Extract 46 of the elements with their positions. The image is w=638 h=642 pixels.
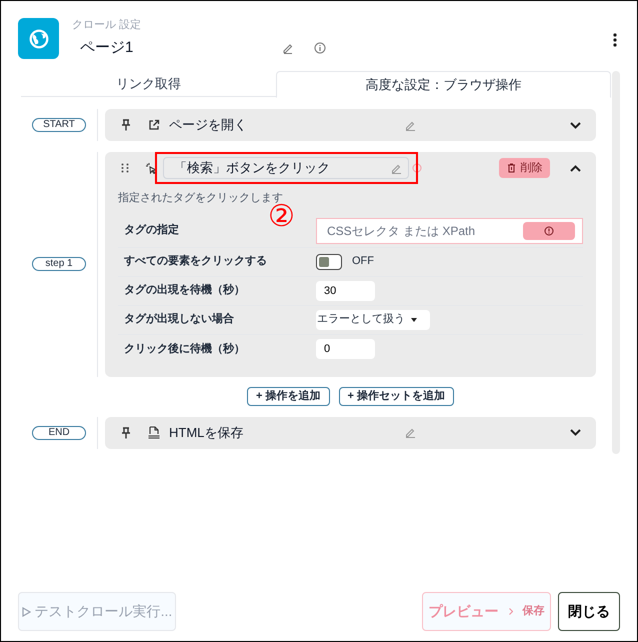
pin-icon[interactable]	[121, 426, 131, 438]
toggle-state-label: OFF	[352, 254, 374, 270]
step-description: 指定されたタグをクリックします	[118, 190, 283, 204]
field-label: すべての要素をクリックする	[124, 254, 268, 270]
field-label: タグの指定	[124, 222, 180, 238]
edit-icon[interactable]	[282, 42, 294, 54]
trash-icon	[506, 163, 516, 173]
field-label: タグが出現しない場合	[124, 312, 235, 328]
info-icon[interactable]	[314, 42, 326, 54]
caret-down-icon	[411, 318, 417, 322]
step-badge: END	[32, 426, 86, 440]
step-badge: START	[32, 118, 86, 132]
chevron-down-icon[interactable]	[570, 122, 581, 128]
field-label: タグの出現を待機（秒）	[124, 282, 246, 298]
page-title: ページ1	[80, 38, 134, 58]
close-button[interactable]: 閉じる	[558, 592, 620, 631]
number-input[interactable]: 30	[316, 280, 375, 300]
step-title: HTMLを保存	[169, 424, 244, 442]
html-file-icon	[148, 426, 160, 439]
number-input[interactable]: 0	[316, 339, 375, 359]
step-title-field[interactable]: 「検索」ボタンをクリック	[163, 157, 409, 179]
step-badge: step 1	[32, 257, 86, 272]
step-title: ページを開く	[169, 116, 248, 134]
tab[interactable]: 高度な設定：ブラウザ操作	[276, 71, 611, 98]
delete-button[interactable]: 削除	[499, 158, 550, 178]
cursor-click-icon	[145, 162, 157, 174]
chevron-down-icon[interactable]	[570, 429, 581, 436]
pin-icon[interactable]	[121, 119, 131, 131]
more-menu-icon[interactable]	[613, 33, 617, 47]
field-label: クリック後に待機（秒）	[124, 342, 246, 357]
toggle-switch[interactable]	[316, 254, 342, 270]
add-button[interactable]: + 操作を追加	[247, 386, 330, 406]
alert-icon	[544, 226, 554, 236]
chevron-right-icon	[508, 608, 512, 615]
tab[interactable]: リンク取得	[21, 71, 276, 97]
dropdown[interactable]: エラーとして扱う	[316, 310, 430, 330]
scrollbar[interactable]	[612, 71, 620, 454]
error-circle-icon	[412, 163, 422, 173]
external-link-icon	[148, 119, 160, 131]
add-button[interactable]: + 操作セットを追加	[338, 386, 454, 406]
drag-handle-icon[interactable]	[121, 163, 129, 173]
play-icon	[22, 606, 31, 616]
globe-logo-icon	[18, 18, 59, 59]
chevron-up-icon[interactable]	[570, 164, 581, 172]
error-indicator[interactable]	[523, 222, 575, 240]
header-subtitle: クロール 設定	[72, 18, 142, 32]
